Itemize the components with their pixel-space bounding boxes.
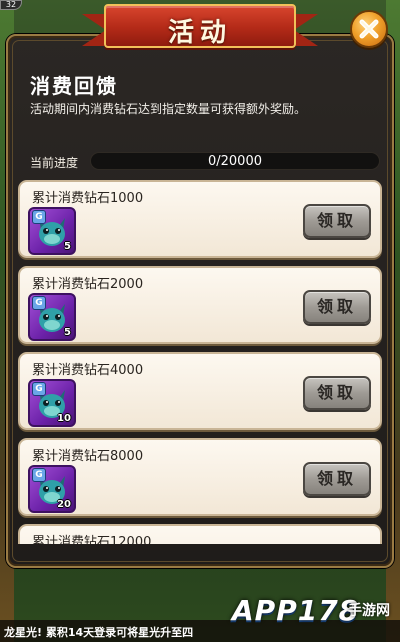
reward-title: 累计消费钻石4000 xyxy=(32,363,144,378)
reward-title: 累计消费钻石12000 xyxy=(32,535,152,544)
reward-row: 累计消费钻石12000 xyxy=(18,524,382,544)
reward-count: 20 xyxy=(57,499,71,510)
claim-button[interactable]: 领取 xyxy=(303,290,371,324)
ribbon-tail-right xyxy=(294,14,318,46)
reward-item[interactable]: G 20 xyxy=(28,465,76,513)
grade-badge-icon: G xyxy=(32,296,46,310)
reward-item[interactable]: G 5 xyxy=(28,293,76,341)
reward-item[interactable]: G 5 xyxy=(28,207,76,255)
site-watermark: APP178 手游网 xyxy=(232,586,400,642)
event-description: 活动期间内消费钻石达到指定数量可获得额外奖励。 xyxy=(30,102,307,116)
progress-value: 0/20000 xyxy=(207,154,262,169)
reward-title: 累计消费钻石2000 xyxy=(32,277,144,292)
watermark-logo: APP178 xyxy=(232,594,360,627)
reward-title: 累计消费钻石1000 xyxy=(32,191,144,206)
claim-button[interactable]: 领取 xyxy=(303,204,371,238)
ribbon-tail-left xyxy=(82,14,106,46)
grade-badge-icon: G xyxy=(32,468,46,482)
reward-list[interactable]: 累计消费钻石1000 G 5 领取 累计消费钻石2000 G 5 领取 累计消费… xyxy=(18,180,382,544)
event-heading: 消费回馈 xyxy=(30,74,118,98)
reward-title: 累计消费钻石8000 xyxy=(32,449,144,464)
dialog-title: 活动 xyxy=(167,18,232,48)
progress-bar: 0/20000 xyxy=(90,152,380,170)
title-ribbon: 活动 xyxy=(104,4,296,48)
reward-row: 累计消费钻石4000 G 10 领取 xyxy=(18,352,382,430)
grade-badge-icon: G xyxy=(32,382,46,396)
watermark-sub: 手游网 xyxy=(348,603,390,619)
reward-count: 10 xyxy=(57,413,71,424)
reward-row: 累计消费钻石1000 G 5 领取 xyxy=(18,180,382,258)
reward-row: 累计消费钻石2000 G 5 领取 xyxy=(18,266,382,344)
progress-label: 当前进度 xyxy=(30,156,79,170)
grade-badge-icon: G xyxy=(32,210,46,224)
claim-button[interactable]: 领取 xyxy=(303,462,371,496)
player-level-chip: 32 xyxy=(0,0,22,10)
claim-button[interactable]: 领取 xyxy=(303,376,371,410)
reward-row: 累计消费钻石8000 G 20 领取 xyxy=(18,438,382,516)
reward-count: 5 xyxy=(64,241,71,252)
close-icon xyxy=(359,19,379,39)
marquee-text: 龙星光! 累积14天登录可将星光升至四 xyxy=(4,626,194,639)
close-button[interactable] xyxy=(350,10,388,48)
reward-item[interactable]: G 10 xyxy=(28,379,76,427)
reward-count: 5 xyxy=(64,327,71,338)
